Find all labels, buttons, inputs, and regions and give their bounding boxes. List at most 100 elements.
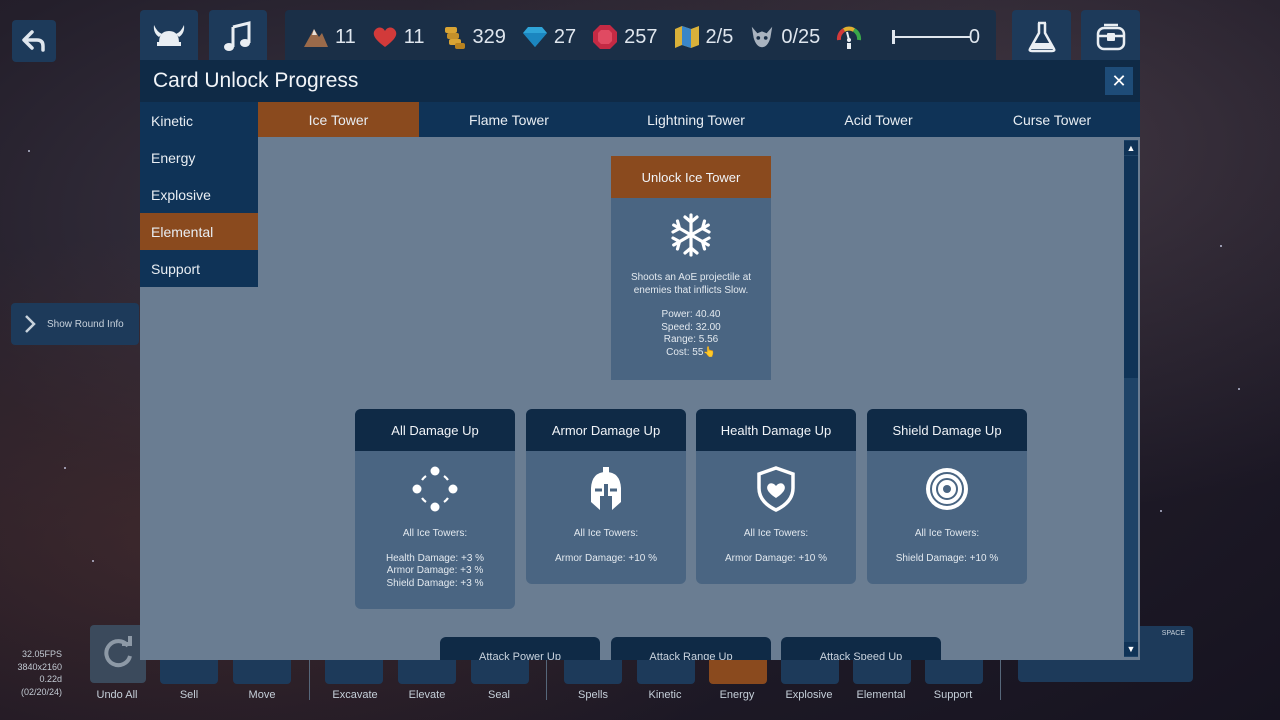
card-subtitle: All Ice Towers:: [402, 528, 468, 539]
heart-icon: [372, 24, 398, 50]
card-title: Attack Speed Up: [781, 637, 941, 660]
category-tab-kinetic[interactable]: Kinetic: [140, 102, 258, 139]
helmet-icon: [526, 466, 686, 512]
chevron-right-icon: [25, 315, 36, 333]
resource-diamonds: 27: [522, 24, 576, 50]
category-tab-support[interactable]: Support: [140, 250, 258, 287]
undo-all-label: Undo All: [96, 689, 138, 701]
map-icon: [674, 24, 700, 50]
unlock-ice-tower-card[interactable]: Unlock Ice Tower Shoots an AoE projectil…: [611, 156, 771, 380]
support-label: Support: [933, 689, 973, 701]
vertical-scrollbar[interactable]: ▲ ▼: [1124, 140, 1138, 657]
excavate-label: Excavate: [332, 689, 378, 701]
chest-icon: [1096, 23, 1125, 51]
undo-all-button[interactable]: [90, 625, 146, 683]
tower-tab-curse[interactable]: Curse Tower: [964, 102, 1140, 137]
tower-tab-ice[interactable]: Ice Tower: [258, 102, 419, 137]
all-damage-up-card[interactable]: All Damage Up All Ice Towers: Health Dam…: [355, 409, 515, 609]
bonus-line: Armor Damage: +10 %: [555, 552, 657, 564]
tower-tabs: Ice Tower Flame Tower Lightning Tower Ac…: [258, 102, 1140, 137]
category-tab-energy[interactable]: Energy: [140, 139, 258, 176]
elevate-label: Elevate: [408, 689, 446, 701]
scroll-up-icon[interactable]: ▲: [1124, 141, 1138, 155]
slider-knob[interactable]: [892, 30, 896, 44]
resource-health: 11: [372, 24, 425, 50]
stat-range: Range: 5.56: [663, 334, 719, 345]
chest-button[interactable]: [1081, 10, 1140, 64]
scroll-down-icon[interactable]: ▼: [1124, 642, 1138, 656]
card-title: Attack Range Up: [611, 637, 771, 660]
slider-track: [892, 36, 971, 38]
mountain-icon: [303, 24, 329, 50]
explosive-label: Explosive: [785, 689, 833, 701]
attack-power-up-card[interactable]: Attack Power Up: [440, 637, 600, 660]
toolbar-separator: [1000, 655, 1001, 700]
speed-gauge-icon: [836, 24, 862, 50]
armor-damage-up-card[interactable]: Armor Damage Up All Ice Towers: Armor Da…: [526, 409, 686, 584]
spells-label: Spells: [578, 689, 608, 701]
category-tab-elemental[interactable]: Elemental: [140, 213, 258, 250]
flask-icon: [1028, 21, 1055, 53]
show-round-info-button[interactable]: Show Round Info: [11, 303, 139, 345]
card-title: Unlock Ice Tower: [611, 156, 771, 198]
bonus-line: Armor Damage: +10 %: [725, 552, 827, 564]
refresh-icon: [104, 636, 132, 668]
card-subtitle: All Ice Towers:: [743, 528, 809, 539]
diamond-icon: [522, 24, 548, 50]
health-damage-up-card[interactable]: Health Damage Up All Ice Towers: Armor D…: [696, 409, 856, 584]
card-subtitle: All Ice Towers:: [914, 528, 980, 539]
back-button[interactable]: [12, 20, 56, 62]
card-unlock-modal: Card Unlock Progress ✕ Kinetic Energy Ex…: [140, 60, 1140, 660]
music-note-icon: [224, 21, 251, 51]
viking-helmet-button[interactable]: [140, 10, 198, 64]
card-title: Health Damage Up: [696, 409, 856, 451]
target-icon: [867, 466, 1027, 512]
fps-readout: 32.05FPS: [21, 649, 62, 659]
bonus-line: Health Damage: +3 %: [385, 552, 485, 564]
stat-power: Power: 40.40: [661, 309, 721, 320]
circle-dots-icon: [355, 466, 515, 512]
category-tab-explosive[interactable]: Explosive: [140, 176, 258, 213]
resource-lives-mountain: 11: [303, 24, 356, 50]
card-title: Armor Damage Up: [526, 409, 686, 451]
research-button[interactable]: [1012, 10, 1071, 64]
kinetic-label: Kinetic: [648, 689, 682, 701]
stat-cost: Cost: 55👆: [666, 346, 716, 358]
tower-tab-acid[interactable]: Acid Tower: [793, 102, 964, 137]
date-readout: (02/20/24): [20, 686, 62, 697]
resource-speed: [836, 24, 868, 50]
card-description: enemies that inflicts Slow.: [633, 284, 749, 296]
stat-speed: Speed: 32.00: [661, 321, 721, 333]
ruby-icon: [592, 24, 618, 50]
resource-bar: 11 11 329 27 257 2/5 0/25 0: [285, 10, 996, 64]
slider-value: 0: [968, 25, 980, 48]
snowflake-icon: [611, 212, 771, 258]
shield-damage-up-card[interactable]: Shield Damage Up All Ice Towers: Shield …: [867, 409, 1027, 584]
monster-icon: [749, 24, 775, 50]
back-arrow-icon: [22, 30, 45, 52]
toolbar-separator: [546, 655, 547, 700]
tower-tab-flame[interactable]: Flame Tower: [419, 102, 599, 137]
music-button[interactable]: [209, 10, 267, 64]
category-tabs: Kinetic Energy Explosive Elemental Suppo…: [140, 102, 258, 287]
close-button[interactable]: ✕: [1105, 67, 1133, 95]
seal-label: Seal: [487, 689, 511, 701]
heart-shield-icon: [696, 466, 856, 512]
attack-range-up-card[interactable]: Attack Range Up: [611, 637, 771, 660]
modal-header: Card Unlock Progress ✕: [140, 60, 1140, 102]
speed-slider[interactable]: [892, 30, 971, 44]
sell-label: Sell: [179, 689, 199, 701]
card-title: Attack Power Up: [440, 637, 600, 660]
close-icon: ✕: [1111, 70, 1127, 91]
attack-speed-up-card[interactable]: Attack Speed Up: [781, 637, 941, 660]
tower-tab-lightning[interactable]: Lightning Tower: [599, 102, 793, 137]
coins-icon: [441, 24, 467, 50]
card-title: Shield Damage Up: [867, 409, 1027, 451]
resource-enemies: 0/25: [749, 24, 820, 50]
resource-rubies: 257: [592, 24, 658, 50]
bonus-line: Shield Damage: +10 %: [895, 552, 999, 564]
resource-gold: 329: [441, 24, 506, 50]
scroll-thumb[interactable]: [1124, 156, 1138, 378]
elemental-label: Elemental: [856, 689, 906, 701]
space-key-label: SPACE: [1161, 630, 1185, 637]
